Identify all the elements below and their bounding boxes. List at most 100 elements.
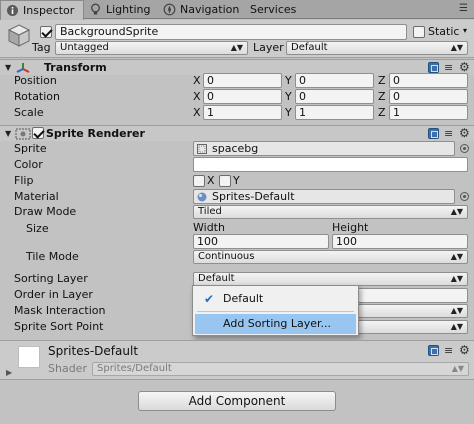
scale-x-field[interactable]: 1 (203, 105, 282, 120)
sprite-object-field[interactable]: spacebg (193, 141, 455, 156)
axis-y-label[interactable]: Y (285, 90, 292, 104)
material-name: Sprites-Default (48, 344, 139, 358)
material-value: Sprites-Default (212, 190, 295, 203)
help-book-icon[interactable] (428, 345, 439, 356)
scale-label: Scale (14, 106, 44, 119)
preset-sliders-icon[interactable]: ≡ (444, 128, 455, 139)
sprite-renderer-header[interactable]: ▼ Sprite Renderer ≡ ⚙ (0, 125, 474, 141)
gear-icon[interactable]: ⚙ (459, 61, 470, 73)
width-label: Width (193, 221, 225, 234)
tab-bar: Inspector Lighting Navigation Services ☰ (0, 0, 474, 20)
mask-interaction-label: Mask Interaction (14, 304, 106, 317)
tag-dropdown[interactable]: Untagged ▲▼ (55, 41, 248, 55)
tile-mode-dropdown[interactable]: Continuous ▲▼ (193, 250, 468, 264)
chevron-down-icon: ▲▼ (450, 43, 463, 52)
rotation-x-field[interactable]: 0 (203, 89, 282, 104)
sorting-layer-popup-menu: ✔ Default Add Sorting Layer... (192, 285, 359, 336)
sorting-layer-dropdown[interactable]: Default ▲▼ (193, 272, 468, 286)
gear-icon[interactable]: ⚙ (459, 127, 470, 139)
axis-z-label[interactable]: Z (378, 74, 386, 88)
gameobject-header: BackgroundSprite Static ▾ Tag Untagged ▲… (0, 20, 474, 58)
axis-x-label[interactable]: X (193, 74, 201, 88)
rotation-z-field[interactable]: 0 (389, 89, 468, 104)
axis-z-label[interactable]: Z (378, 106, 386, 120)
draw-mode-dropdown[interactable]: Tiled ▲▼ (193, 205, 468, 219)
material-foldout-icon[interactable]: ▶ (6, 368, 12, 377)
object-name-field[interactable]: BackgroundSprite (55, 24, 407, 40)
sorting-layer-value: Default (198, 273, 235, 284)
material-section: Sprites-Default Shader Sprites/Default ▲… (0, 340, 474, 380)
gear-icon[interactable]: ⚙ (459, 344, 470, 356)
add-component-button[interactable]: Add Component (138, 391, 336, 411)
height-label: Height (332, 221, 369, 234)
preset-sliders-icon[interactable]: ≡ (444, 345, 455, 356)
size-label: Size (26, 222, 49, 235)
object-picker-icon[interactable] (460, 192, 469, 201)
flip-x-checkbox[interactable] (193, 175, 205, 187)
checkmark-icon: ✔ (204, 292, 215, 306)
help-book-icon[interactable] (428, 128, 439, 139)
chevron-down-icon: ▲▼ (451, 364, 464, 373)
foldout-arrow-icon[interactable]: ▼ (5, 63, 11, 72)
tab-label: Services (250, 3, 297, 16)
compass-icon (163, 3, 176, 16)
scale-y-field[interactable]: 1 (295, 105, 374, 120)
shader-label: Shader (48, 362, 87, 375)
sprite-sort-point-label: Sprite Sort Point (14, 320, 104, 333)
bulb-icon (91, 3, 100, 15)
static-dropdown-icon[interactable]: ▾ (463, 26, 467, 35)
preset-sliders-icon[interactable]: ≡ (444, 62, 455, 73)
tab-menu-icon[interactable]: ☰ (459, 3, 468, 14)
menu-item-default[interactable]: ✔ Default (195, 289, 356, 309)
position-y-field[interactable]: 0 (295, 73, 374, 88)
menu-item-label: Default (223, 292, 264, 305)
object-picker-icon[interactable] (460, 144, 469, 153)
color-field[interactable] (193, 157, 468, 172)
material-object-field[interactable]: Sprites-Default (193, 189, 455, 204)
shader-dropdown[interactable]: Sprites/Default ▲▼ (92, 362, 469, 376)
axis-x-label[interactable]: X (193, 106, 201, 120)
axis-y-label[interactable]: Y (285, 74, 292, 88)
layer-dropdown[interactable]: Default ▲▼ (286, 41, 468, 55)
axis-y-label[interactable]: Y (285, 106, 292, 120)
tab-lighting[interactable]: Lighting (84, 0, 158, 19)
layer-label: Layer (253, 41, 284, 54)
chevron-down-icon: ▲▼ (450, 252, 463, 261)
position-x-field[interactable]: 0 (203, 73, 282, 88)
gameobject-cube-icon (7, 24, 31, 47)
material-thumbnail (18, 346, 40, 368)
rotation-y-field[interactable]: 0 (295, 89, 374, 104)
menu-separator (197, 311, 354, 312)
static-checkbox[interactable] (413, 26, 425, 38)
flip-x-label: X (207, 174, 215, 187)
axis-x-label[interactable]: X (193, 90, 201, 104)
tab-services[interactable]: Services (228, 0, 298, 19)
height-field[interactable]: 100 (332, 234, 468, 249)
chevron-down-icon: ▲▼ (450, 274, 463, 283)
menu-item-add-sorting-layer[interactable]: Add Sorting Layer... (195, 314, 356, 334)
foldout-arrow-icon[interactable]: ▼ (5, 129, 11, 138)
tile-mode-label: Tile Mode (26, 250, 79, 263)
chevron-down-icon: ▲▼ (450, 306, 463, 315)
draw-mode-value: Tiled (198, 206, 222, 217)
menu-item-label: Add Sorting Layer... (223, 317, 331, 330)
material-sphere-icon (197, 192, 207, 202)
help-book-icon[interactable] (428, 62, 439, 73)
scale-z-field[interactable]: 1 (389, 105, 468, 120)
flip-y-checkbox[interactable] (219, 175, 231, 187)
active-checkbox[interactable] (40, 26, 52, 38)
flip-y-label: Y (233, 174, 240, 187)
rotation-label: Rotation (14, 90, 61, 103)
position-z-field[interactable]: 0 (389, 73, 468, 88)
tag-label: Tag (32, 41, 51, 54)
transform-title: Transform (44, 61, 107, 74)
transform-axes-icon (16, 63, 30, 73)
width-field[interactable]: 100 (193, 234, 329, 249)
order-in-layer-label: Order in Layer (14, 288, 93, 301)
info-icon (7, 5, 18, 16)
tab-inspector[interactable]: Inspector (0, 0, 84, 20)
axis-z-label[interactable]: Z (378, 90, 386, 104)
sprite-renderer-enabled-checkbox[interactable] (32, 127, 44, 139)
tile-mode-value: Continuous (198, 251, 255, 262)
chevron-down-icon: ▲▼ (230, 43, 243, 52)
